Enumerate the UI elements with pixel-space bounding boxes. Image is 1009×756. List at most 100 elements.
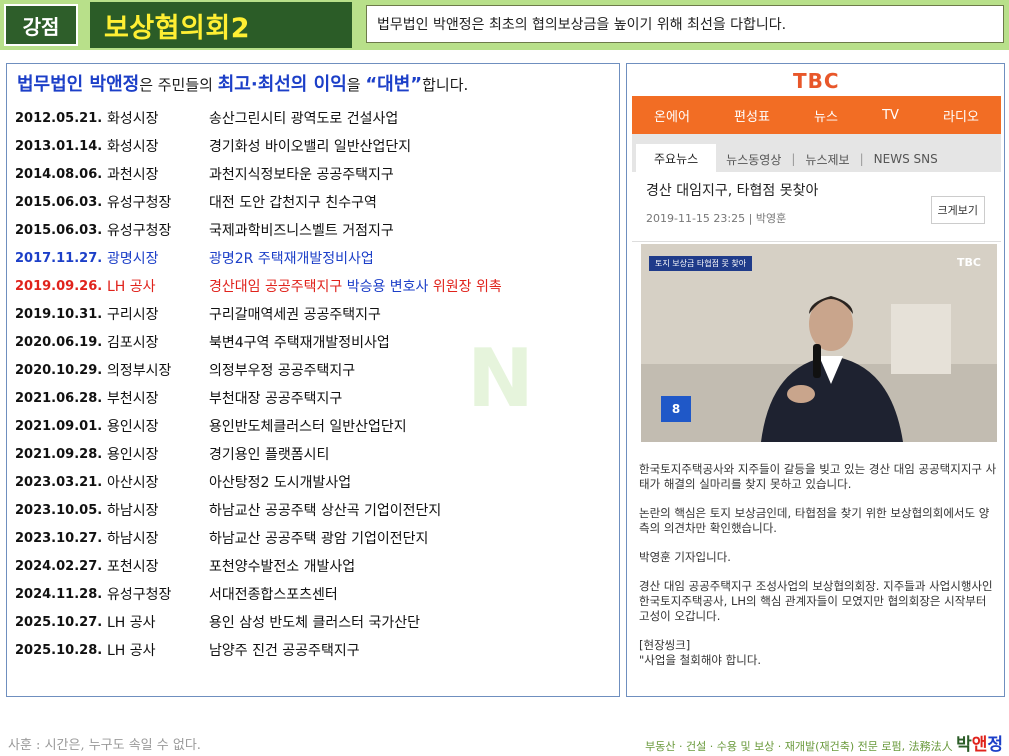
footer-name-1: 박: [956, 735, 972, 755]
article-paragraph: 경산 대임 공공주택지구 조성사업의 보상협의회장. 지주들과 사업시행사인 한…: [639, 579, 993, 623]
case-project: 경기화성 바이오밸리 일반산업단지: [209, 139, 412, 155]
case-date: 2019.10.31.: [15, 306, 103, 322]
case-date: 2013.01.14.: [15, 138, 103, 154]
case-project: 부천대장 공공주택지구: [209, 391, 343, 407]
nav-schedule[interactable]: 편성표: [734, 106, 770, 125]
case-project: 경기용인 플랫폼시티: [209, 447, 330, 463]
case-project: 용인반도체클러스터 일반산업단지: [209, 419, 407, 435]
nav-onair[interactable]: 온에어: [654, 106, 690, 125]
case-row: 2015.06.03. 유성구청장 대전 도안 갑천지구 친수구역: [15, 188, 615, 216]
case-project: 남양주 진건 공공주택지구: [209, 643, 360, 659]
case-project-name: 경산대임 공공주택지구: [209, 279, 343, 295]
case-row: 2024.11.28. 유성구청장 서대전종합스포츠센터: [15, 580, 615, 608]
case-project: 경산대임 공공주택지구 박승용 변호사 위원장 위촉: [209, 276, 615, 296]
news-meta: 2019-11-15 23:25 | 박영훈: [646, 212, 787, 225]
strength-tag: 강점: [4, 4, 78, 46]
case-row: 2024.02.27. 포천시장 포천양수발전소 개발사업: [15, 552, 615, 580]
case-org: 유성구청장: [107, 587, 172, 603]
case-row: 2014.08.06. 과천시장 과천지식정보타운 공공주택지구: [15, 160, 615, 188]
case-date: 2024.02.27.: [15, 558, 103, 574]
photo-tbc-logo: TBC: [957, 256, 981, 269]
best-interest-text: 최고·최선의 이익: [217, 74, 347, 95]
case-date: 2021.09.28.: [15, 446, 103, 462]
header-bar: 강점 보상협의회2 법무법인 박앤정은 최초의 협의보상금을 높이기 위해 최선…: [0, 0, 1009, 50]
case-org: LH 공사: [107, 643, 156, 659]
nav-radio[interactable]: 라디오: [943, 106, 979, 125]
tab-news-video[interactable]: 뉴스동영상: [716, 146, 791, 172]
case-date: 2023.03.21.: [15, 474, 103, 490]
case-row-committee: 2019.09.26. LH 공사 경산대임 공공주택지구 박승용 변호사 위원장 …: [15, 272, 615, 300]
tbc-logo[interactable]: TBC: [793, 69, 840, 93]
case-date: 2012.05.21.: [15, 110, 103, 126]
page: 강점 보상협의회2 법무법인 박앤정은 최초의 협의보상금을 높이기 위해 최선…: [0, 0, 1009, 756]
news-sub-nav: 주요뉴스 뉴스동영상 | 뉴스제보 | NEWS SNS: [632, 134, 1001, 172]
news-main-nav: 온에어 편성표 뉴스 TV 라디오: [632, 96, 1001, 134]
case-project: 서대전종합스포츠센터: [209, 587, 338, 603]
case-row: 2013.01.14. 화성시장 경기화성 바이오밸리 일반산업단지: [15, 132, 615, 160]
intro-text-3: 합니다.: [422, 76, 469, 94]
news-headline-card: 경산 대임지구, 타협점 못찾아 2019-11-15 23:25 | 박영훈 …: [632, 172, 1001, 242]
case-project: 포천양수발전소 개발사업: [209, 559, 356, 575]
case-row: 2021.09.28. 용인시장 경기용인 플랫폼시티: [15, 440, 615, 468]
case-org: 유성구청장: [107, 195, 172, 211]
case-project: 의정부우정 공공주택지구: [209, 363, 356, 379]
case-date: 2025.10.28.: [15, 642, 103, 658]
footer-motto: 사훈 : 시간은, 누구도 속일 수 없다.: [8, 738, 201, 753]
case-date: 2020.10.29.: [15, 362, 103, 378]
footer-name-2: 앤: [971, 735, 988, 755]
news-article: 한국토지주택공사와 지주들이 갈등을 빚고 있는 경산 대임 공공택지지구 사태…: [639, 462, 997, 682]
case-date: 2017.11.27.: [15, 250, 103, 266]
nav-tv[interactable]: TV: [882, 108, 899, 123]
case-org: 광명시장: [107, 251, 159, 267]
case-org: 용인시장: [107, 419, 159, 435]
case-row: 2021.06.28. 부천시장 부천대장 공공주택지구: [15, 384, 615, 412]
news-photo: 토지 보상금 타협점 못 찾아 TBC 8: [641, 244, 997, 442]
case-date: 2023.10.27.: [15, 530, 103, 546]
tab-news-tip[interactable]: 뉴스제보: [795, 146, 859, 172]
case-date: 2015.06.03.: [15, 222, 103, 238]
lawyer-name: 박승용 변호사: [346, 279, 429, 295]
case-org: 아산시장: [107, 475, 159, 491]
case-date: 2015.06.03.: [15, 194, 103, 210]
case-row: 2025.10.28. LH 공사 남양주 진건 공공주택지구: [15, 636, 615, 664]
case-project: 구리갈매역세권 공공주택지구: [209, 307, 381, 323]
case-date: 2019.09.26.: [15, 278, 103, 294]
news-title: 경산 대임지구, 타협점 못찾아: [646, 183, 819, 199]
case-list-panel: N 법무법인 박앤정은 주민들의 최고·최선의 이익을 “대변”합니다. 201…: [6, 63, 620, 697]
case-org: 포천시장: [107, 559, 159, 575]
case-row: 2020.10.29. 의정부시장 의정부우정 공공주택지구: [15, 356, 615, 384]
case-rows: 2012.05.21. 화성시장 송산그린시티 광역도로 건설사업 2013.01.…: [15, 104, 615, 664]
zoom-button[interactable]: 크게보기: [930, 196, 985, 224]
case-project: 하남교산 공공주택 상산곡 기업이전단지: [209, 503, 442, 519]
speaker-illustration: [641, 244, 997, 442]
case-org: 과천시장: [107, 167, 159, 183]
tab-main-news[interactable]: 주요뉴스: [636, 144, 717, 172]
case-row: 2021.09.01. 용인시장 용인반도체클러스터 일반산업단지: [15, 412, 615, 440]
case-org: LH 공사: [107, 279, 156, 295]
news-screenshot-panel: TBC 온에어 편성표 뉴스 TV 라디오 주요뉴스 뉴스동영상 | 뉴스제보 …: [626, 63, 1005, 697]
footer-specialty: 부동산 · 건설 · 수용 및 보상 · 재개발(재건축) 전문 로펌, 法務法…: [645, 740, 953, 753]
article-paragraph: 논란의 핵심은 토지 보상금인데, 타협점을 찾기 위한 보상협의회에서도 양측…: [639, 506, 990, 535]
case-project: 북변4구역 주택재개발정비사업: [209, 335, 390, 351]
case-row: 2019.10.31. 구리시장 구리갈매역세권 공공주택지구: [15, 300, 615, 328]
case-row: 2023.10.05. 하남시장 하남교산 공공주택 상산곡 기업이전단지: [15, 496, 615, 524]
case-row-highlight: 2017.11.27. 광명시장 광명2R 주택재개발정비사업: [15, 244, 615, 272]
channel-badge: 8: [661, 396, 691, 422]
nav-news[interactable]: 뉴스: [814, 106, 838, 125]
tab-news-sns[interactable]: NEWS SNS: [864, 146, 948, 172]
advocacy-text: “대변”: [365, 74, 423, 95]
case-project: 대전 도안 갑천지구 친수구역: [209, 195, 377, 211]
case-project: 용인 삼성 반도체 클러스터 국가산단: [209, 615, 420, 631]
case-project: 국제과학비즈니스벨트 거점지구: [209, 223, 394, 239]
intro-line: 법무법인 박앤정은 주민들의 최고·최선의 이익을 “대변”합니다.: [17, 70, 468, 96]
case-row: 2025.10.27. LH 공사 용인 삼성 반도체 클러스터 국가산단: [15, 608, 615, 636]
article-paragraph: 한국토지주택공사와 지주들이 갈등을 빚고 있는 경산 대임 공공택지지구 사태…: [639, 462, 997, 491]
intro-text-1: 은 주민들의: [139, 76, 218, 94]
case-date: 2014.08.06.: [15, 166, 103, 182]
case-date: 2024.11.28.: [15, 586, 103, 602]
case-project: 과천지식정보타운 공공주택지구: [209, 167, 394, 183]
case-org: 유성구청장: [107, 223, 172, 239]
case-row: 2023.03.21. 아산시장 아산탕정2 도시개발사업: [15, 468, 615, 496]
page-subtitle: 법무법인 박앤정은 최초의 협의보상금을 높이기 위해 최선을 다합니다.: [366, 5, 1004, 43]
case-org: 화성시장: [107, 111, 159, 127]
